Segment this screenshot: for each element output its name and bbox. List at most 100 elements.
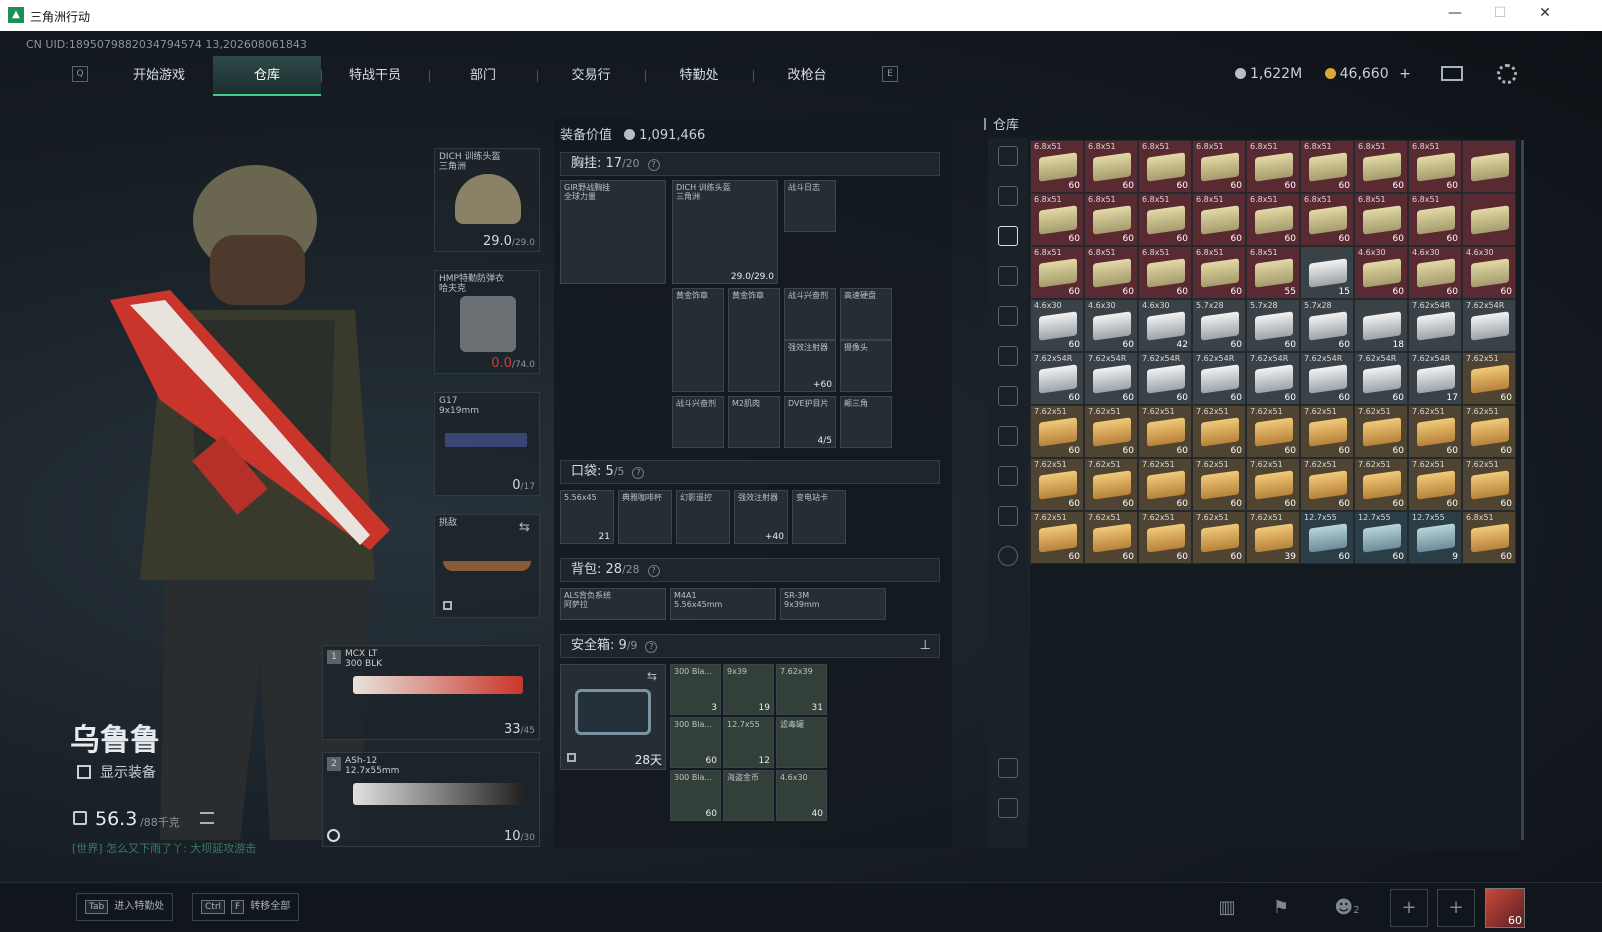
warehouse-tab-icon[interactable]	[998, 426, 1018, 446]
safebox-item[interactable]: 海盗金币	[723, 770, 774, 821]
primary-weapon-slot[interactable]: 1 MCX LT 300 BLK 33/45	[322, 645, 540, 740]
warehouse-item[interactable]: 6.8x51 60	[1462, 511, 1516, 564]
warehouse-item[interactable]: 7.62x54R	[1408, 299, 1462, 352]
rig-item[interactable]: 高速硬盘	[840, 288, 892, 340]
safebox-item[interactable]: 300 Bla... 3	[670, 664, 721, 715]
warehouse-tab-icon[interactable]	[998, 146, 1018, 166]
warehouse-scrollbar[interactable]	[1521, 140, 1524, 840]
warehouse-item[interactable]: 7.62x51 60	[1408, 405, 1462, 458]
warehouse-item[interactable]: 5.7x28 60	[1192, 299, 1246, 352]
safebox-item[interactable]: 4.6x30 40	[776, 770, 827, 821]
warehouse-item[interactable]: 7.62x51 60	[1300, 405, 1354, 458]
tab-market[interactable]: 交易行	[537, 56, 645, 96]
warehouse-item[interactable]: 18	[1354, 299, 1408, 352]
armor-slot[interactable]: HMP特勤防弹衣 哈夫克 0.0/74.0	[434, 270, 540, 374]
enter-special-ops-button[interactable]: Tab 进入特勤处	[76, 893, 174, 921]
warehouse-item[interactable]: 6.8x51 60	[1300, 193, 1354, 246]
warehouse-tab-icon[interactable]	[998, 466, 1018, 486]
warehouse-item[interactable]: 7.62x51 60	[1462, 458, 1516, 511]
swap-icon[interactable]: ⇆	[519, 520, 530, 535]
tab-department[interactable]: 部门	[429, 56, 537, 96]
warehouse-item[interactable]: 7.62x51 60	[1408, 458, 1462, 511]
rig-item[interactable]: DICH 训练头盔 三角洲 29.0/29.0	[672, 180, 778, 284]
warehouse-item[interactable]: 6.8x51 60	[1084, 140, 1138, 193]
pocket-item[interactable]: 典雅咖啡杯	[618, 490, 672, 544]
warehouse-item[interactable]: 7.62x51 60	[1246, 458, 1300, 511]
warehouse-item[interactable]: 7.62x54R 17	[1408, 352, 1462, 405]
sort-icon[interactable]	[998, 798, 1018, 818]
rig-item[interactable]: 战斗兴奋剂	[672, 396, 724, 448]
warehouse-item[interactable]: 7.62x51 60	[1030, 405, 1084, 458]
warehouse-item[interactable]: 7.62x54R 60	[1354, 352, 1408, 405]
safebox-slot[interactable]: ⇆ 28天	[560, 664, 666, 770]
warehouse-item[interactable]: 4.6x30 42	[1138, 299, 1192, 352]
warehouse-item[interactable]: 6.8x51 60	[1084, 193, 1138, 246]
maximize-button[interactable]: ☐	[1490, 5, 1510, 25]
flag-icon[interactable]: ⚑	[1268, 895, 1294, 921]
warehouse-item[interactable]: 7.62x51 60	[1138, 405, 1192, 458]
tab-gunsmith[interactable]: 改枪台	[753, 56, 861, 96]
warehouse-item[interactable]: 12.7x55 60	[1300, 511, 1354, 564]
safebox-item[interactable]: 9x39 19	[723, 664, 774, 715]
safebox-item[interactable]: 滤毒罐	[776, 717, 827, 768]
add-teammate-button[interactable]: +	[1437, 889, 1475, 927]
warehouse-item[interactable]: 7.62x51 60	[1084, 511, 1138, 564]
warehouse-item[interactable]: 6.8x51 60	[1030, 246, 1084, 299]
safebox-item[interactable]: 12.7x55 12	[723, 717, 774, 768]
warehouse-item[interactable]: 7.62x51 60	[1138, 511, 1192, 564]
warehouse-item[interactable]: 7.62x54R 60	[1300, 352, 1354, 405]
warehouse-tab-icon[interactable]	[998, 506, 1018, 526]
warehouse-settings-icon[interactable]	[998, 546, 1018, 566]
warehouse-item[interactable]: 7.62x51 60	[1084, 458, 1138, 511]
pocket-item[interactable]: 5.56x45 21	[560, 490, 614, 544]
warehouse-item[interactable]: 15	[1300, 246, 1354, 299]
warehouse-item[interactable]: 6.8x51 60	[1354, 193, 1408, 246]
pin-icon[interactable]: ⊥	[920, 635, 931, 657]
backpack-item[interactable]: SR-3M 9x39mm	[780, 588, 886, 620]
warehouse-tab-icon[interactable]	[998, 386, 1018, 406]
warehouse-item[interactable]: 4.6x30 60	[1084, 299, 1138, 352]
pocket-item[interactable]: 强效注射器 +40	[734, 490, 788, 544]
rig-item[interactable]: 战斗兴奋剂	[784, 288, 836, 340]
warehouse-item[interactable]: 7.62x51 60	[1354, 458, 1408, 511]
warehouse-item[interactable]: 6.8x51 60	[1408, 140, 1462, 193]
world-chat-line[interactable]: [世界] 怎么又下雨了丫: 大坝延攻游击	[72, 840, 256, 856]
warehouse-item[interactable]: 7.62x54R 60	[1192, 352, 1246, 405]
warehouse-tab-icon[interactable]	[998, 186, 1018, 206]
warehouse-item[interactable]: 6.8x51 60	[1192, 246, 1246, 299]
tab-special-ops[interactable]: 特勤处	[645, 56, 753, 96]
warehouse-item[interactable]: 6.8x51 60	[1138, 246, 1192, 299]
warehouse-item[interactable]: 4.6x30 60	[1408, 246, 1462, 299]
warehouse-item[interactable]: 6.8x51 55	[1246, 246, 1300, 299]
warehouse-item[interactable]: 7.62x51 60	[1192, 458, 1246, 511]
tab-start-game[interactable]: 开始游戏	[105, 56, 213, 96]
rig-help-icon[interactable]: ?	[647, 159, 660, 171]
player-avatar[interactable]: 60	[1485, 888, 1525, 928]
pocket-help-icon[interactable]: ?	[632, 467, 645, 479]
warehouse-item[interactable]: 6.8x51 60	[1408, 193, 1462, 246]
pocket-item[interactable]: 变电站卡	[792, 490, 846, 544]
warehouse-item[interactable]: 7.62x54R 60	[1138, 352, 1192, 405]
warehouse-item[interactable]: 7.62x51 60	[1354, 405, 1408, 458]
layers-icon[interactable]	[998, 758, 1018, 778]
warehouse-item[interactable]: 6.8x51 60	[1246, 193, 1300, 246]
backpack-help-icon[interactable]: ?	[647, 565, 660, 577]
transfer-all-button[interactable]: Ctrl F 转移全部	[192, 893, 300, 921]
add-teammate-button[interactable]: +	[1390, 889, 1428, 927]
weight-details-icon[interactable]	[200, 812, 214, 824]
melee-slot[interactable]: 挑敌 ⇆	[434, 514, 540, 618]
pocket-item[interactable]: 幻影遥控	[676, 490, 730, 544]
add-currency-button[interactable]: +	[1399, 66, 1411, 82]
warehouse-item[interactable]	[1462, 140, 1516, 193]
warehouse-item[interactable]: 6.8x51 60	[1138, 140, 1192, 193]
warehouse-item[interactable]: 7.62x51 60	[1300, 458, 1354, 511]
warehouse-tab-icon[interactable]	[998, 226, 1018, 246]
warehouse-item[interactable]: 7.62x54R 60	[1030, 352, 1084, 405]
warehouse-item[interactable]: 6.8x51 60	[1300, 140, 1354, 193]
safebox-item[interactable]: 7.62x39 31	[776, 664, 827, 715]
warehouse-item[interactable]: 5.7x28 60	[1246, 299, 1300, 352]
backpack-item[interactable]: ALS背负系统 阿萨拉	[560, 588, 666, 620]
warehouse-tab-icon[interactable]	[998, 346, 1018, 366]
pistol-slot[interactable]: G17 9x19mm 0/17	[434, 392, 540, 496]
warehouse-tab-icon[interactable]	[998, 266, 1018, 286]
